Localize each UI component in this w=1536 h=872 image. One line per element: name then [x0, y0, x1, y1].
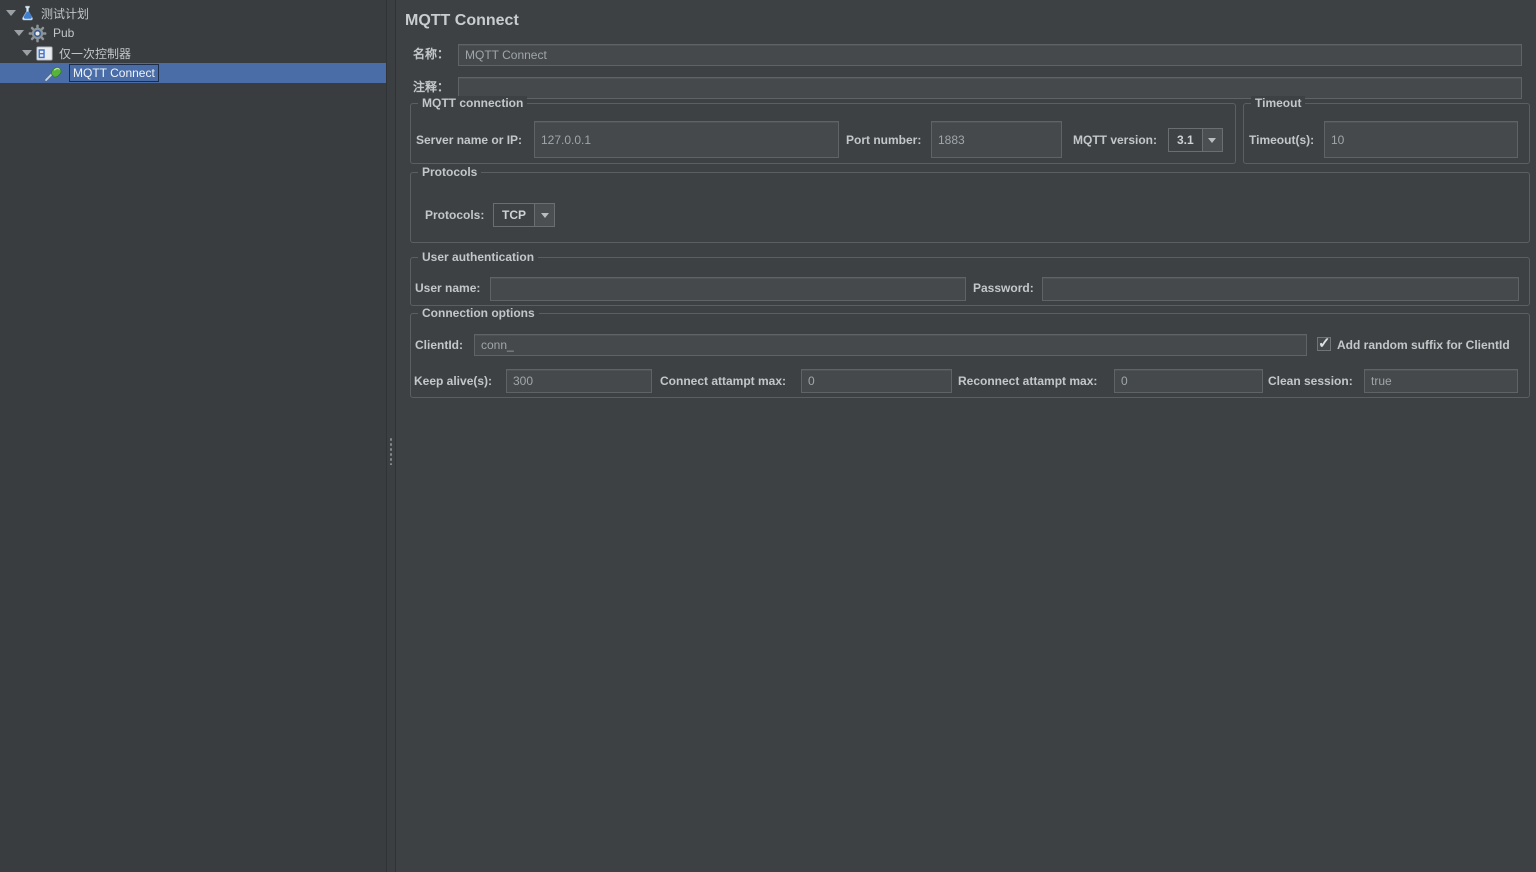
protocols-select[interactable]: TCP [493, 203, 555, 227]
timeout-group: Timeout Timeout(s): [1243, 103, 1530, 164]
collapse-triangle-icon[interactable] [22, 50, 32, 56]
connection-options-group-title: Connection options [418, 306, 539, 320]
reconnect-attempt-max-input[interactable] [1114, 369, 1263, 393]
mqtt-version-value: 3.1 [1169, 129, 1202, 151]
tree-node-test-plan[interactable]: 测试计划 [0, 3, 386, 23]
tree-node-label[interactable]: 仅一次控制器 [59, 45, 131, 62]
tree-node-label[interactable]: Pub [53, 26, 74, 40]
protocols-label: Protocols: [425, 208, 484, 223]
connection-options-group: Connection options ClientId: Add random … [410, 313, 1530, 398]
clean-session-label: Clean session: [1268, 374, 1353, 389]
username-label: User name: [415, 281, 480, 296]
clientid-label: ClientId: [415, 338, 463, 353]
port-input[interactable] [931, 121, 1062, 158]
keepalive-input[interactable] [506, 369, 652, 393]
test-plan-flask-icon [20, 5, 35, 22]
collapse-triangle-icon[interactable] [6, 10, 16, 16]
mqtt-version-select[interactable]: 3.1 [1168, 128, 1223, 152]
tree-node-mqtt-connect-selected[interactable]: MQTT Connect [0, 63, 386, 83]
mqtt-connect-config-panel: MQTT Connect 名称： 注释： MQTT connection Ser… [396, 0, 1536, 872]
clientid-input[interactable] [474, 334, 1307, 356]
connect-attempt-max-label: Connect attampt max: [660, 374, 786, 389]
server-input[interactable] [534, 121, 839, 158]
protocols-group-title: Protocols [418, 165, 481, 179]
splitter-grip-icon[interactable] [389, 437, 394, 465]
port-label: Port number: [846, 133, 921, 148]
tree-node-once-only-controller[interactable]: 仅一次控制器 [0, 43, 386, 63]
test-plan-tree: 测试计划 [0, 0, 386, 872]
collapse-triangle-icon[interactable] [14, 30, 24, 36]
sampler-eyedropper-icon [44, 65, 63, 82]
random-suffix-label: Add random suffix for ClientId [1337, 338, 1510, 353]
clean-session-input[interactable] [1364, 369, 1518, 393]
connect-attempt-max-input[interactable] [801, 369, 952, 393]
panel-splitter[interactable] [386, 0, 396, 872]
user-authentication-group-title: User authentication [418, 250, 538, 264]
mqtt-connection-group: MQTT connection Server name or IP: Port … [410, 103, 1236, 164]
page-title: MQTT Connect [405, 12, 519, 30]
password-input[interactable] [1042, 277, 1519, 301]
timeout-group-title: Timeout [1251, 96, 1305, 110]
chevron-down-icon[interactable] [534, 204, 554, 226]
comments-label: 注释： [413, 80, 449, 95]
password-label: Password: [973, 281, 1034, 296]
mqtt-connection-group-title: MQTT connection [418, 96, 527, 110]
tree-node-thread-group[interactable]: Pub [0, 23, 386, 43]
mqtt-version-label: MQTT version: [1073, 133, 1157, 148]
chevron-down-icon[interactable] [1202, 129, 1222, 151]
tree-node-label[interactable]: MQTT Connect [69, 64, 159, 82]
reconnect-attempt-max-label: Reconnect attampt max: [958, 374, 1097, 389]
username-input[interactable] [490, 277, 966, 301]
protocols-group: Protocols Protocols: TCP [410, 172, 1530, 243]
name-label: 名称： [413, 47, 449, 62]
timeout-label: Timeout(s): [1249, 133, 1314, 148]
user-authentication-group: User authentication User name: Password: [410, 257, 1530, 306]
timeout-input[interactable] [1324, 121, 1518, 158]
jmeter-window: 测试计划 [0, 0, 1536, 872]
comments-input[interactable] [458, 77, 1522, 99]
tree-node-label[interactable]: 测试计划 [41, 5, 89, 22]
random-suffix-checkbox[interactable] [1317, 337, 1331, 351]
protocols-value: TCP [494, 204, 534, 226]
once-only-controller-icon [36, 46, 53, 61]
name-input[interactable] [458, 44, 1522, 66]
server-label: Server name or IP: [416, 133, 522, 148]
keepalive-label: Keep alive(s): [414, 374, 492, 389]
thread-group-gear-icon [28, 24, 47, 43]
